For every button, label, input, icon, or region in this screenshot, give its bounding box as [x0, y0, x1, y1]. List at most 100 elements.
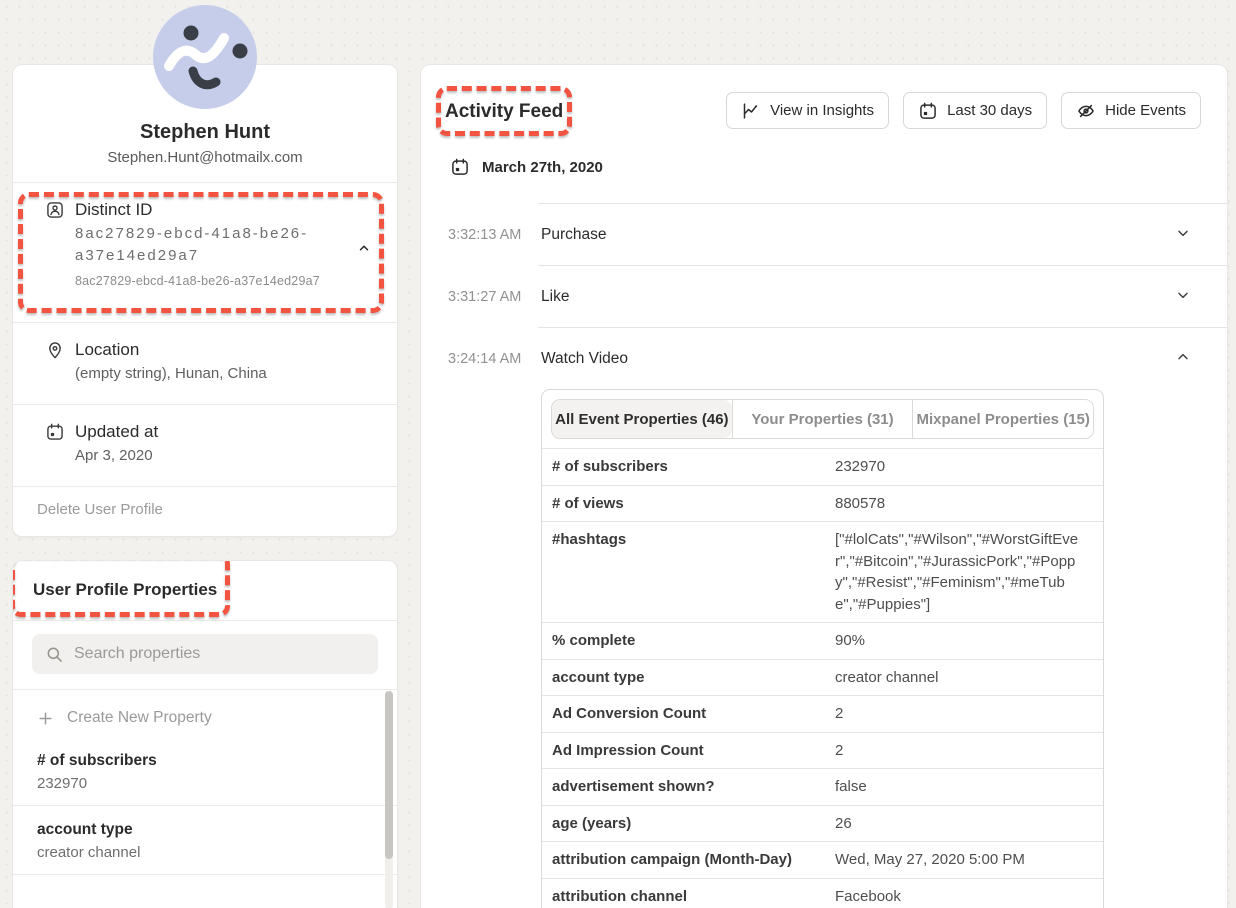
event-property-label: Ad Conversion Count [552, 703, 835, 725]
event-property-label: #hashtags [552, 529, 835, 615]
activity-feed-title: Activity Feed [445, 101, 563, 122]
event-property-value: 26 [835, 813, 1093, 835]
user-profile-properties-card: User Profile Properties Create New Prope… [12, 560, 398, 908]
property-item[interactable]: account type creator channel [13, 805, 397, 874]
property-name: # of subscribers [37, 752, 361, 770]
feed-toolbar: View in Insights Last 30 days [726, 92, 1201, 129]
event-property-value: 2 [835, 740, 1093, 762]
event-name: Purchase [541, 226, 606, 244]
chevron-up-icon[interactable] [357, 241, 371, 260]
date-range-button[interactable]: Last 30 days [903, 92, 1047, 129]
event-property-row: attribution campaign (Month-Day) Wed, Ma… [542, 841, 1103, 878]
event-property-value: creator channel [835, 667, 1093, 689]
event-property-row: Ad Impression Count 2 [542, 732, 1103, 769]
location-value: (empty string), Hunan, China [75, 363, 373, 385]
properties-list: Create New Property # of subscribers 232… [13, 690, 397, 882]
properties-header: User Profile Properties [13, 561, 397, 621]
search-properties-box[interactable] [32, 634, 378, 674]
event-property-row: account type creator channel [542, 659, 1103, 696]
user-avatar [153, 5, 257, 109]
properties-title: User Profile Properties [33, 580, 217, 599]
search-properties-input[interactable] [74, 645, 365, 663]
hide-events-button[interactable]: Hide Events [1061, 92, 1201, 129]
event-property-label: account type [552, 667, 835, 689]
event-property-value: Wed, May 27, 2020 5:00 PM [835, 849, 1093, 871]
event-name: Like [541, 288, 569, 306]
property-value: creator channel [37, 844, 361, 861]
user-name: Stephen Hunt [13, 121, 397, 144]
eye-off-icon [1076, 101, 1096, 121]
updated-at-label: Updated at [75, 422, 158, 442]
event-property-row: # of subscribers 232970 [542, 448, 1103, 485]
distinct-id-section[interactable]: Distinct ID 8ac27829-ebcd-41a8-be26-a37e… [13, 183, 397, 323]
location-section: Location (empty string), Hunan, China [13, 323, 397, 405]
user-profile-card: Stephen Hunt Stephen.Hunt@hotmailx.com D… [12, 64, 398, 537]
event-property-label: advertisement shown? [552, 776, 835, 798]
location-pin-icon [45, 340, 65, 360]
activity-feed-panel: Activity Feed View in Insights [420, 64, 1228, 908]
hide-events-label: Hide Events [1105, 102, 1186, 119]
event-property-label: attribution campaign (Month-Day) [552, 849, 835, 871]
event-row-like[interactable]: 3:31:27 AM Like [538, 265, 1227, 327]
create-new-property-label: Create New Property [67, 709, 212, 727]
event-row-watch-video[interactable]: 3:24:14 AM Watch Video [538, 327, 1227, 389]
delete-user-profile-button[interactable]: Delete User Profile [13, 487, 397, 538]
calendar-icon [45, 422, 65, 442]
event-property-value: 90% [835, 630, 1093, 652]
event-property-row: #hashtags ["#lolCats","#Wilson","#WorstG… [542, 521, 1103, 622]
search-properties-wrap [13, 621, 397, 690]
event-time: 3:31:27 AM [448, 289, 528, 305]
distinct-id-subvalue: 8ac27829-ebcd-41a8-be26-a37e14ed29a7 [75, 274, 373, 288]
activity-feed-header: Activity Feed View in Insights [421, 65, 1227, 129]
updated-at-value: Apr 3, 2020 [75, 445, 373, 467]
updated-at-section: Updated at Apr 3, 2020 [13, 405, 397, 487]
event-property-label: age (years) [552, 813, 835, 835]
event-row-purchase[interactable]: 3:32:13 AM Purchase [538, 203, 1227, 265]
date-range-label: Last 30 days [947, 102, 1032, 119]
event-properties-tabs: All Event Properties (46) Your Propertie… [551, 399, 1094, 439]
property-item[interactable]: # of subscribers 232970 [13, 737, 397, 805]
chevron-down-icon[interactable] [1175, 225, 1191, 246]
search-icon [45, 645, 64, 664]
property-name: account type [37, 821, 361, 839]
tab-all-event-properties[interactable]: All Event Properties (46) [552, 400, 732, 438]
location-label: Location [75, 340, 139, 360]
chevron-up-icon[interactable] [1175, 349, 1191, 370]
event-property-value: 232970 [835, 456, 1093, 478]
event-property-value: false [835, 776, 1093, 798]
distinct-id-label: Distinct ID [75, 200, 152, 220]
line-chart-icon [741, 101, 761, 121]
event-property-label: # of subscribers [552, 456, 835, 478]
properties-scrollbar-thumb[interactable] [385, 691, 393, 859]
user-email: Stephen.Hunt@hotmailx.com [13, 149, 397, 166]
properties-scrollbar-track[interactable] [385, 691, 393, 908]
property-value: 232970 [37, 775, 361, 792]
event-property-row: % complete 90% [542, 622, 1103, 659]
plus-icon [37, 710, 54, 727]
event-time: 3:32:13 AM [448, 227, 528, 243]
event-property-label: % complete [552, 630, 835, 652]
event-property-row: attribution channel Facebook [542, 878, 1103, 908]
event-property-value: 880578 [835, 493, 1093, 515]
event-property-row: age (years) 26 [542, 805, 1103, 842]
id-card-icon [45, 200, 65, 220]
tab-mixpanel-properties[interactable]: Mixpanel Properties (15) [912, 400, 1093, 438]
event-properties-panel: All Event Properties (46) Your Propertie… [541, 389, 1104, 908]
view-in-insights-button[interactable]: View in Insights [726, 92, 889, 129]
feed-date-text: March 27th, 2020 [482, 159, 603, 176]
view-in-insights-label: View in Insights [770, 102, 874, 119]
event-property-label: attribution channel [552, 886, 835, 908]
tab-your-properties[interactable]: Your Properties (31) [732, 400, 913, 438]
event-property-row: # of views 880578 [542, 485, 1103, 522]
calendar-icon [918, 101, 938, 121]
distinct-id-value: 8ac27829-ebcd-41a8-be26-a37e14ed29a7 [75, 223, 347, 267]
chevron-down-icon[interactable] [1175, 287, 1191, 308]
create-new-property-button[interactable]: Create New Property [13, 690, 397, 737]
event-property-label: Ad Impression Count [552, 740, 835, 762]
event-name: Watch Video [541, 350, 628, 368]
event-property-value: Facebook [835, 886, 1093, 908]
event-list: 3:32:13 AM Purchase 3:31:27 AM Like 3:24… [538, 203, 1227, 908]
avatar-face-icon [153, 5, 257, 109]
event-property-value: ["#lolCats","#Wilson","#WorstGiftEver","… [835, 529, 1093, 615]
event-time: 3:24:14 AM [448, 351, 528, 367]
